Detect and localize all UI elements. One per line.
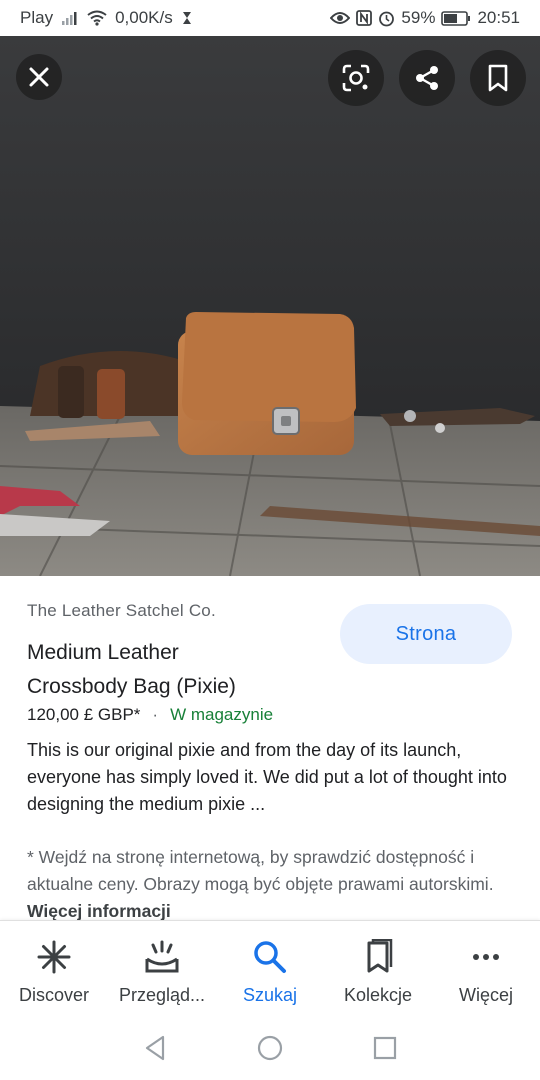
nfc-icon [356, 10, 373, 26]
bookmark-icon [488, 64, 508, 92]
nav-collections[interactable]: Kolekcje [324, 921, 432, 1016]
asterisk-icon [34, 937, 74, 977]
back-button[interactable] [98, 1016, 213, 1080]
visit-site-button[interactable]: Strona [340, 604, 512, 664]
nav-label-updates: Przegląd... [118, 985, 206, 1005]
close-button[interactable] [16, 54, 62, 100]
lens-button[interactable] [328, 50, 384, 106]
battery-icon [441, 10, 471, 26]
carrier-label: Play [20, 8, 54, 27]
price-row: 120,00 £ GBP* · W magazynie [27, 705, 273, 725]
wifi-icon [87, 10, 107, 26]
product-title-line2: Crossbody Bag (Pixie) [27, 675, 236, 698]
battery-percent: 59% [401, 8, 436, 27]
more-icon [466, 937, 506, 977]
updates-icon [142, 937, 182, 977]
search-icon [250, 937, 290, 977]
status-bar: Play 0,00K/s 59% 20:51 [0, 0, 540, 36]
source-name[interactable]: The Leather Satchel Co. [27, 601, 216, 621]
disclaimer-text: * Wejdź na stronę internetową, by sprawd… [27, 847, 494, 894]
product-image[interactable] [0, 36, 540, 576]
separator: · [152, 705, 159, 724]
product-title-line1: Medium Leather [27, 641, 179, 664]
collections-icon [358, 937, 398, 977]
home-circle-icon [257, 1035, 283, 1061]
product-title[interactable]: Medium Leather Crossbody Bag (Pixie) [27, 636, 327, 704]
share-button[interactable] [399, 50, 455, 106]
availability: W magazynie [170, 705, 274, 724]
eye-icon [330, 11, 351, 25]
share-icon [416, 66, 438, 90]
nav-label-more: Więcej [458, 985, 513, 1005]
product-description: This is our original pixie and from the … [27, 740, 507, 814]
nav-label-collections: Kolekcje [343, 985, 413, 1005]
recents-square-icon [373, 1036, 397, 1060]
more-info-link[interactable]: Więcej informacji [27, 901, 171, 920]
bookmark-button[interactable] [470, 50, 526, 106]
result-details: The Leather Satchel Co. Medium Leather C… [0, 576, 540, 920]
clock: 20:51 [477, 8, 520, 27]
bottom-navigation: Discover Przegląd... Szukaj Kolekcje Wię… [0, 920, 540, 1016]
nav-updates[interactable]: Przegląd... [108, 921, 216, 1016]
nav-search[interactable]: Szukaj [216, 921, 324, 1016]
nav-label-discover: Discover [18, 985, 89, 1005]
back-triangle-icon [145, 1035, 165, 1061]
lens-icon [342, 64, 370, 92]
home-button[interactable] [213, 1016, 328, 1080]
nav-label-search: Szukaj [242, 985, 298, 1005]
system-navigation-bar [0, 1016, 540, 1080]
leather-bag-photo [0, 36, 540, 576]
network-speed: 0,00K/s [115, 8, 173, 27]
recents-button[interactable] [328, 1016, 443, 1080]
disclaimer: * Wejdź na stronę internetową, by sprawd… [27, 844, 517, 920]
alarm-icon [378, 10, 395, 27]
nav-more[interactable]: Więcej [432, 921, 540, 1016]
signal-icon [61, 11, 79, 25]
price: 120,00 £ GBP* [27, 705, 141, 724]
hourglass-icon [181, 11, 193, 25]
nav-discover[interactable]: Discover [0, 921, 108, 1016]
close-icon [29, 67, 49, 87]
